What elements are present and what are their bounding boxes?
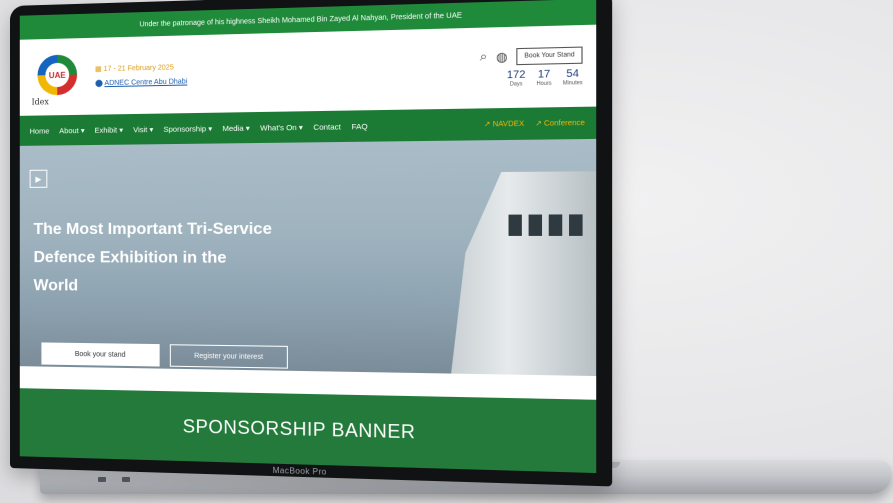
ship-window [529, 215, 542, 236]
countdown-days: 172 Days [506, 68, 526, 88]
logo-wordmark: Idex [31, 97, 49, 107]
location-pin-icon: ⬤ [95, 80, 103, 88]
patronage-text: Under the patronage of his highness Shei… [139, 11, 462, 28]
globe-icon[interactable]: ◍ [496, 49, 508, 64]
nav-item-contact[interactable]: Contact [313, 122, 340, 132]
header-actions: ⌕ ◍ Book Your Stand [480, 45, 583, 65]
nav-external-links: ↗ NAVDEX ↗ Conference [484, 119, 585, 129]
play-icon[interactable]: ▶ [29, 169, 48, 188]
browser-viewport: Under the patronage of his highness Shei… [19, 0, 597, 474]
nav-item-visit[interactable]: Visit ▾ [133, 124, 153, 133]
nav-item-faq[interactable]: FAQ [352, 121, 368, 131]
sponsorship-banner[interactable]: SPONSORSHIP BANNER [19, 388, 597, 474]
event-venue-link[interactable]: ADNEC Centre Abu Dhabi [104, 78, 187, 87]
nav-link-conference[interactable]: ↗ Conference [535, 119, 585, 128]
hero-title: The Most Important Tri-Service Defence E… [33, 220, 272, 295]
laptop-mockup: Under the patronage of his highness Shei… [0, 0, 893, 503]
countdown-hours: 17 Hours [536, 68, 552, 87]
nav-item-about[interactable]: About ▾ [59, 125, 84, 134]
book-stand-button[interactable]: Book Your Stand [516, 45, 583, 65]
header-actions-area: ⌕ ◍ Book Your Stand 172 Days 17 Hours 54… [480, 45, 583, 88]
nav-item-media[interactable]: Media ▾ [222, 123, 249, 133]
ship-window [549, 214, 563, 235]
site-header: UAE Idex ▦ 17 - 21 February 2025 ⬤ ADNEC… [20, 25, 596, 116]
event-info: ▦ 17 - 21 February 2025 ⬤ ADNEC Centre A… [95, 63, 187, 87]
hero-banner: ▶ The Most Important Tri-Service Defence… [19, 138, 597, 377]
event-date: ▦ 17 - 21 February 2025 [95, 64, 174, 74]
countdown-minutes: 54 Minutes [562, 67, 583, 87]
device-label: MacBook Pro [272, 465, 327, 477]
event-venue-row: ⬤ ADNEC Centre Abu Dhabi [95, 77, 187, 87]
calendar-icon: ▦ [95, 65, 102, 74]
nav-item-whats-on[interactable]: What's On ▾ [260, 122, 303, 132]
hero-ship-image [451, 171, 596, 376]
site-logo[interactable]: UAE Idex [31, 48, 85, 107]
usb-port [122, 477, 130, 482]
nav-item-exhibit[interactable]: Exhibit ▾ [95, 125, 123, 135]
nav-item-home[interactable]: Home [30, 126, 50, 135]
ship-window [569, 214, 583, 236]
register-interest-button[interactable]: Register your interest [169, 344, 288, 369]
nav-item-sponsorship[interactable]: Sponsorship ▾ [163, 124, 212, 134]
book-your-stand-button[interactable]: Book your stand [41, 342, 160, 367]
usb-port [98, 477, 106, 482]
ship-window [509, 215, 522, 236]
nav-link-navdex[interactable]: ↗ NAVDEX [484, 119, 524, 129]
search-icon[interactable]: ⌕ [480, 49, 487, 65]
laptop-screen-bezel: Under the patronage of his highness Shei… [10, 0, 613, 487]
countdown-timer: 172 Days 17 Hours 54 Minutes [507, 68, 583, 88]
hero-buttons: Book your stand Register your interest [41, 342, 288, 369]
